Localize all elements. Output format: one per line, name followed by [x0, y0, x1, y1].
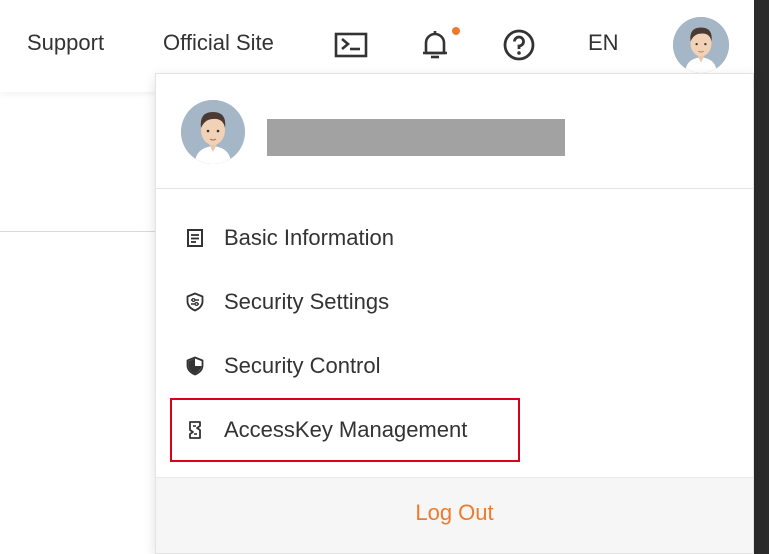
- accesskey-icon: [185, 420, 205, 440]
- logout-label: Log Out: [415, 500, 494, 525]
- redacted-username: [267, 119, 565, 156]
- account-header: [156, 74, 753, 189]
- menu-item-security-control[interactable]: Security Control: [170, 334, 520, 398]
- terminal-icon[interactable]: [334, 28, 368, 62]
- menu-item-accesskey-management[interactable]: AccessKey Management: [170, 398, 520, 462]
- page-divider: [0, 231, 156, 232]
- notification-badge: [452, 27, 460, 35]
- menu-item-security-settings[interactable]: Security Settings: [170, 270, 520, 334]
- bell-icon[interactable]: [418, 28, 452, 62]
- avatar[interactable]: [673, 17, 729, 73]
- menu-item-label: Basic Information: [224, 225, 394, 250]
- shield-settings-icon: [185, 292, 205, 312]
- support-link[interactable]: Support: [27, 30, 104, 56]
- menu-item-basic-information[interactable]: Basic Information: [170, 206, 520, 270]
- menu-item-label: Security Control: [224, 353, 381, 378]
- shield-icon: [185, 356, 205, 376]
- logout-button[interactable]: Log Out: [156, 477, 753, 553]
- avatar: [181, 100, 245, 164]
- menu-item-label: AccessKey Management: [224, 417, 468, 442]
- window-edge: [754, 0, 769, 554]
- account-dropdown: Basic Information Security Settings Secu…: [155, 73, 754, 554]
- official-site-link[interactable]: Official Site: [163, 30, 274, 56]
- help-icon[interactable]: [502, 28, 536, 62]
- menu-item-label: Security Settings: [224, 289, 390, 314]
- document-icon: [185, 228, 205, 248]
- language-switch[interactable]: EN: [588, 30, 619, 56]
